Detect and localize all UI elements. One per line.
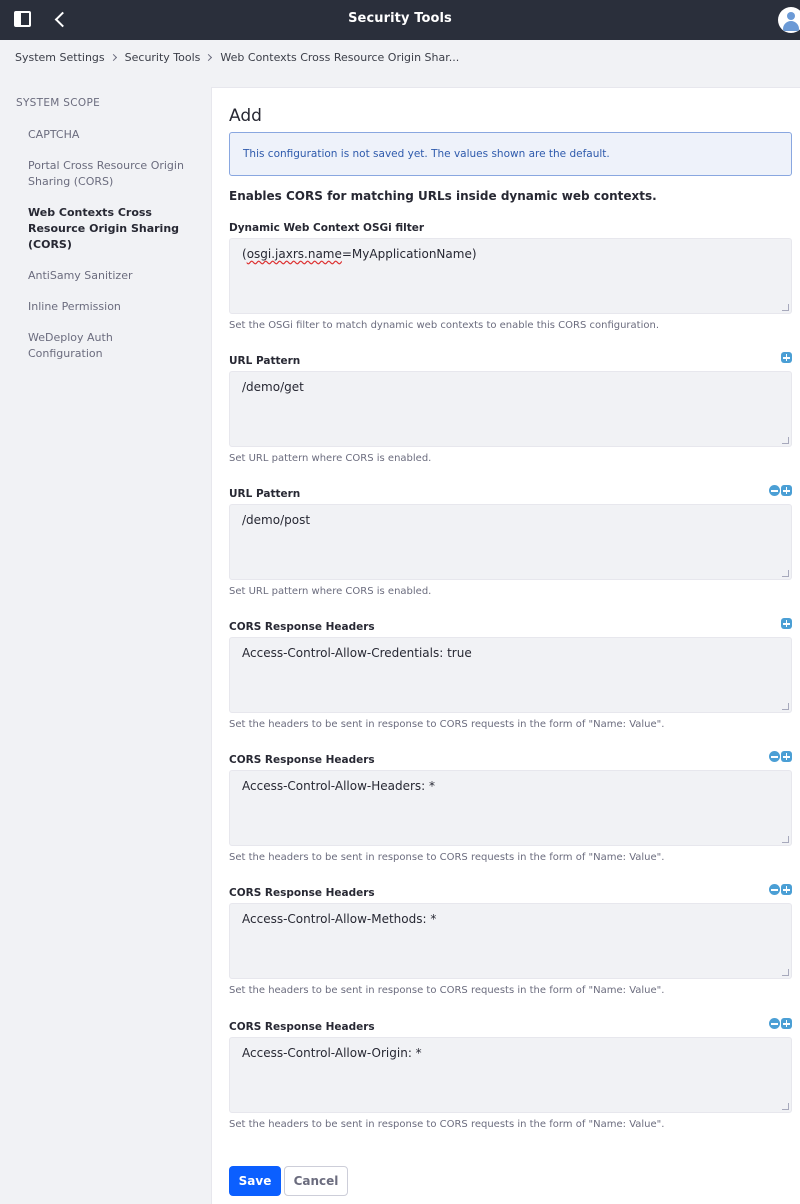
cors-headers-label: CORS Response Headers [229, 754, 375, 766]
form-heading: Add [229, 106, 262, 126]
sidebar-item-antisamy[interactable]: AntiSamy Sanitizer [28, 268, 188, 284]
cors-headers-help: Set the headers to be sent in response t… [229, 985, 665, 996]
cors-headers-textarea[interactable]: Access-Control-Allow-Credentials: true [229, 637, 792, 713]
cors-headers-help: Set the headers to be sent in response t… [229, 719, 665, 730]
remove-field-icon[interactable] [769, 485, 780, 496]
add-field-icon[interactable] [781, 884, 792, 895]
sidebar-item-portal-cors[interactable]: Portal Cross Resource Origin Sharing (CO… [28, 158, 188, 190]
cors-headers-controls [769, 751, 792, 762]
url-pattern-textarea[interactable]: /demo/get [229, 371, 792, 447]
sidebar-scope-label: SYSTEM SCOPE [16, 97, 101, 109]
cors-headers-help: Set the headers to be sent in response t… [229, 852, 665, 863]
add-field-icon[interactable] [781, 618, 792, 629]
cors-headers-textarea[interactable]: Access-Control-Allow-Methods: * [229, 903, 792, 979]
remove-field-icon[interactable] [769, 751, 780, 762]
url-pattern-help: Set URL pattern where CORS is enabled. [229, 586, 432, 597]
remove-field-icon[interactable] [769, 884, 780, 895]
osgi-filter-label: Dynamic Web Context OSGi filter [229, 222, 425, 234]
cors-headers-textarea[interactable]: Access-Control-Allow-Origin: * [229, 1037, 792, 1113]
add-field-icon[interactable] [781, 751, 792, 762]
url-pattern-controls [781, 352, 792, 363]
chevron-right-icon [205, 53, 213, 62]
cors-headers-controls [781, 618, 792, 629]
sidebar-item-web-contexts-cors[interactable]: Web Contexts Cross Resource Origin Shari… [28, 205, 188, 253]
url-pattern-help: Set URL pattern where CORS is enabled. [229, 453, 432, 464]
remove-field-icon[interactable] [769, 1018, 780, 1029]
add-field-icon[interactable] [781, 352, 792, 363]
sidebar-item-wedeploy-auth[interactable]: WeDeploy Auth Configuration [28, 330, 188, 362]
cors-headers-label: CORS Response Headers [229, 621, 375, 633]
form-description: Enables CORS for matching URLs inside dy… [229, 189, 657, 203]
cors-headers-label: CORS Response Headers [229, 887, 375, 899]
breadcrumb-item-security-tools[interactable]: Security Tools [125, 51, 201, 64]
osgi-filter-textarea[interactable]: (osgi.jaxrs.name=MyApplicationName) [229, 238, 792, 314]
add-field-icon[interactable] [781, 1018, 792, 1029]
url-pattern-label: URL Pattern [229, 488, 301, 500]
sidebar-item-captcha[interactable]: CAPTCHA [28, 127, 188, 143]
user-avatar-icon[interactable] [778, 7, 800, 33]
osgi-filter-help: Set the OSGi filter to match dynamic web… [229, 320, 659, 331]
url-pattern-textarea[interactable]: /demo/post [229, 504, 792, 580]
breadcrumb-item-system-settings[interactable]: System Settings [15, 51, 105, 64]
top-bar: Security Tools [0, 0, 800, 40]
info-alert: This configuration is not saved yet. The… [229, 132, 792, 176]
cors-headers-label: CORS Response Headers [229, 1021, 375, 1033]
breadcrumb-item-current: Web Contexts Cross Resource Origin Shar.… [220, 51, 460, 64]
breadcrumb: System Settings Security Tools Web Conte… [15, 51, 459, 64]
page-title: Security Tools [348, 11, 452, 26]
cancel-button[interactable]: Cancel [284, 1166, 348, 1196]
cors-headers-help: Set the headers to be sent in response t… [229, 1119, 665, 1130]
add-field-icon[interactable] [781, 485, 792, 496]
cors-headers-controls [769, 1018, 792, 1029]
url-pattern-controls [769, 485, 792, 496]
url-pattern-label: URL Pattern [229, 355, 301, 367]
sidebar-item-inline-permission[interactable]: Inline Permission [28, 299, 188, 315]
chevron-right-icon [109, 53, 117, 62]
save-button[interactable]: Save [229, 1166, 281, 1196]
cors-headers-textarea[interactable]: Access-Control-Allow-Headers: * [229, 770, 792, 846]
cors-headers-controls [769, 884, 792, 895]
